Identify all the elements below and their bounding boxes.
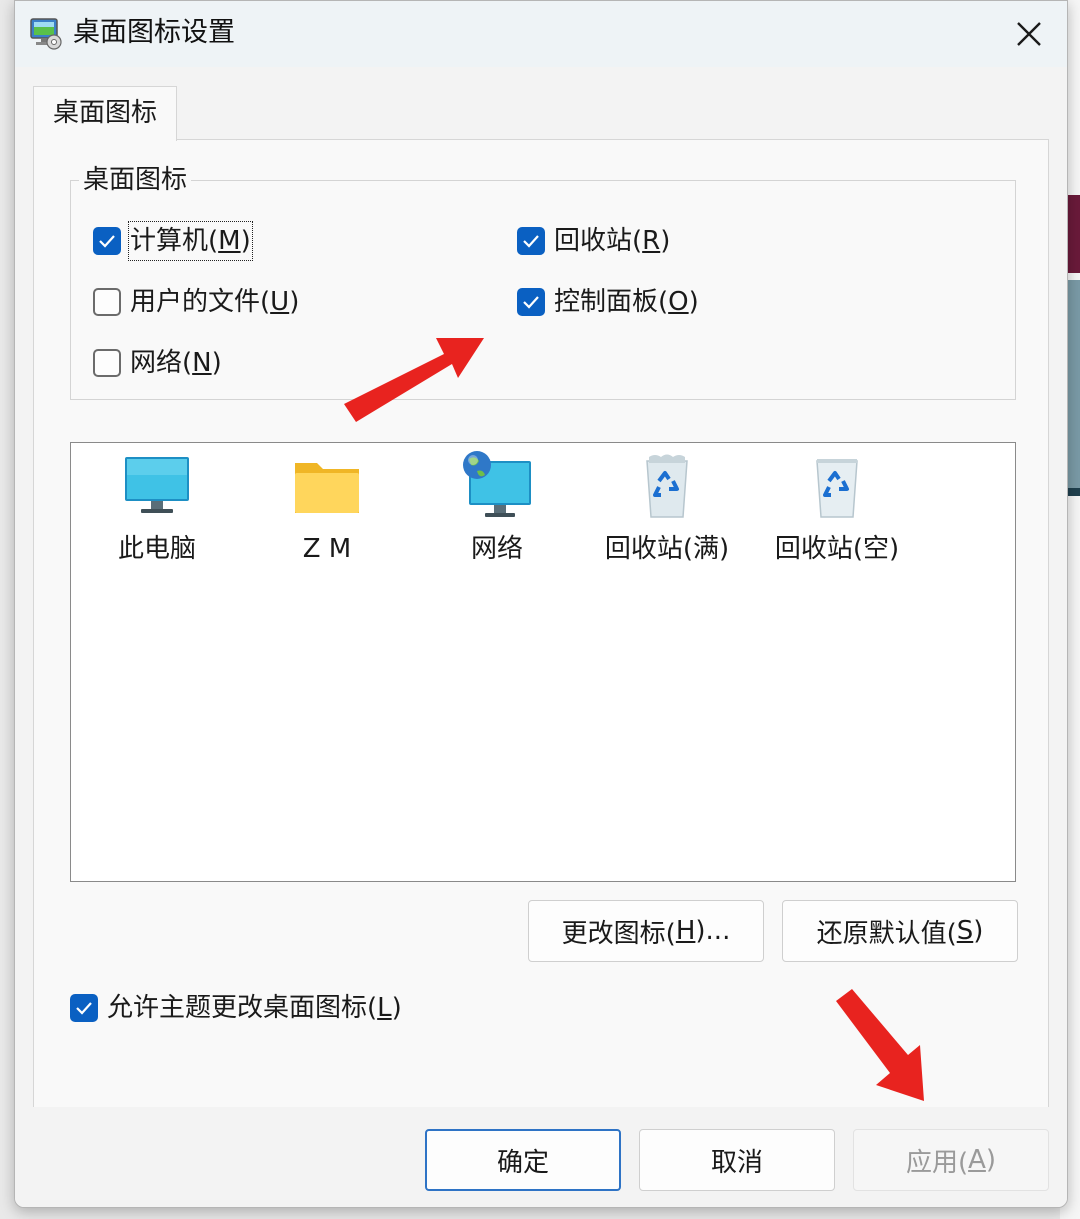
icon-label: Z M	[302, 534, 352, 564]
checkbox-label: 用户的文件(U)	[130, 287, 300, 317]
checkbox-network[interactable]: 网络(N)	[93, 345, 222, 381]
group-title: 桌面图标	[79, 165, 192, 195]
checkbox-control-panel[interactable]: 控制面板(O)	[517, 284, 699, 320]
tab-content-pane: 桌面图标 计算机(M) 回收站(R) 用户的文件(U) 控制面板(O) 网络(N…	[33, 139, 1049, 1109]
apply-button[interactable]: 应用(A)	[853, 1129, 1049, 1191]
checkbox-label: 计算机(M)	[128, 221, 253, 261]
checkbox-label: 允许主题更改桌面图标(L)	[107, 993, 402, 1023]
network-globe-icon	[463, 451, 531, 517]
icon-item-recycle-bin-empty[interactable]: 回收站(空)	[752, 451, 922, 567]
desktop-icons-group: 桌面图标 计算机(M) 回收站(R) 用户的文件(U) 控制面板(O) 网络(N…	[70, 165, 1016, 400]
close-button[interactable]	[991, 1, 1067, 67]
checkbox-label: 控制面板(O)	[554, 287, 699, 317]
cancel-button[interactable]: 取消	[639, 1129, 835, 1191]
checkbox-label: 回收站(R)	[554, 226, 671, 256]
checkbox-allow-themes[interactable]: 允许主题更改桌面图标(L)	[70, 990, 402, 1026]
icon-item-recycle-bin-full[interactable]: 回收站(满)	[582, 451, 752, 567]
restore-default-button[interactable]: 还原默认值(S)	[782, 900, 1018, 962]
tab-desktop-icons[interactable]: 桌面图标	[33, 86, 177, 141]
recycle-bin-full-icon	[646, 454, 688, 518]
checkbox-recycle-bin[interactable]: 回收站(R)	[517, 223, 670, 259]
icon-list[interactable]: 此电脑 Z M 网络 回收站(满) 回收站(空)	[70, 442, 1016, 882]
icon-label: 回收站(满)	[604, 534, 730, 564]
title-bar[interactable]: 桌面图标设置	[15, 1, 1067, 67]
window-title: 桌面图标设置	[73, 17, 235, 48]
checkbox-checked-icon	[70, 994, 98, 1022]
checkbox-checked-icon	[93, 227, 121, 255]
close-icon	[1017, 22, 1041, 46]
icon-item-user-folder[interactable]: Z M	[242, 451, 412, 567]
checkbox-checked-icon	[517, 227, 545, 255]
checkbox-unchecked-icon	[93, 288, 121, 316]
ok-button[interactable]: 确定	[425, 1129, 621, 1191]
folder-icon	[295, 463, 359, 513]
icon-label: 回收站(空)	[774, 534, 900, 564]
checkbox-checked-icon	[517, 288, 545, 316]
dialog-footer: 确定 取消 应用(A)	[15, 1107, 1067, 1207]
desktop-settings-app-icon	[30, 18, 62, 50]
recycle-bin-empty-icon	[816, 459, 858, 518]
monitor-icon	[125, 457, 189, 513]
change-icon-button[interactable]: 更改图标(H)...	[528, 900, 764, 962]
icon-label: 网络	[470, 534, 523, 564]
icon-item-this-pc[interactable]: 此电脑	[72, 451, 242, 567]
annotation-arrow-icon	[344, 338, 484, 422]
icon-label: 此电脑	[117, 534, 196, 564]
checkbox-unchecked-icon	[93, 349, 121, 377]
checkbox-computer[interactable]: 计算机(M)	[93, 221, 253, 261]
icon-item-network[interactable]: 网络	[412, 451, 582, 567]
annotation-arrow-icon	[836, 989, 924, 1101]
checkbox-label: 网络(N)	[130, 348, 222, 378]
checkbox-user-files[interactable]: 用户的文件(U)	[93, 284, 299, 320]
